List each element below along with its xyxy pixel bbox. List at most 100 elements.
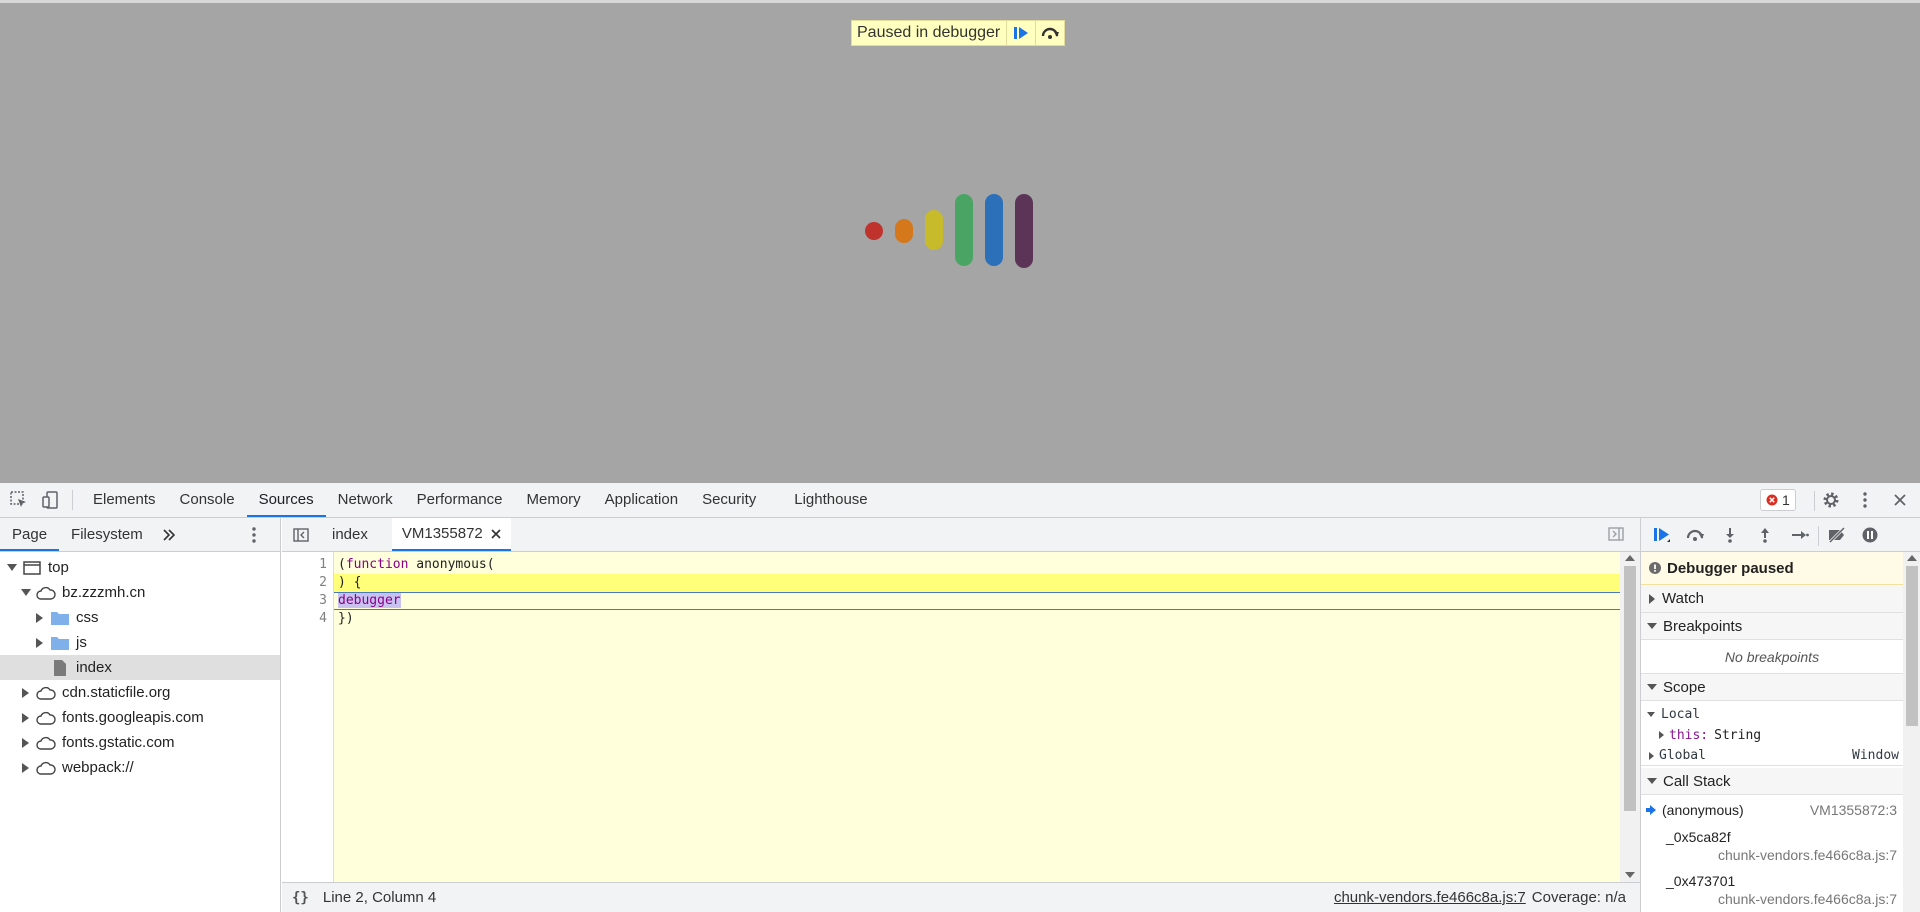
- pause-on-exceptions-button[interactable]: [1857, 523, 1883, 547]
- code-text: debugger: [338, 593, 401, 608]
- editor-tabs: index VM1355872: [282, 518, 1640, 552]
- scrollbar-thumb[interactable]: [1906, 566, 1918, 726]
- toolbar-divider: [1818, 526, 1819, 546]
- settings-button[interactable]: [1819, 488, 1843, 512]
- frame-location: chunk-vendors.fe466c8a.js:7: [1718, 891, 1897, 907]
- tab-elements[interactable]: Elements: [81, 483, 168, 517]
- step-over-icon: [1042, 27, 1060, 39]
- tab-security[interactable]: Security: [690, 483, 768, 517]
- tab-application[interactable]: Application: [593, 483, 690, 517]
- collapsed-triangle-icon: [20, 712, 32, 724]
- toggle-navigator-button[interactable]: [286, 527, 316, 542]
- code-line[interactable]: (function anonymous(: [334, 556, 1620, 574]
- scope-section-header[interactable]: Scope: [1641, 674, 1903, 701]
- navigator-menu-button[interactable]: [252, 527, 256, 547]
- step-button[interactable]: [1787, 523, 1813, 547]
- watch-section-header[interactable]: Watch: [1641, 585, 1903, 613]
- call-stack-section-header[interactable]: Call Stack: [1641, 768, 1903, 795]
- sidebar-scrollbar[interactable]: [1903, 552, 1920, 912]
- source-link[interactable]: chunk-vendors.fe466c8a.js:7: [1334, 889, 1526, 906]
- line-number-gutter[interactable]: 1 2 3 4: [282, 552, 334, 882]
- line-number[interactable]: 1: [287, 556, 327, 574]
- editor-tab-index[interactable]: index: [322, 518, 378, 551]
- tab-network[interactable]: Network: [326, 483, 405, 517]
- tree-item-label: webpack://: [62, 759, 134, 776]
- collapsed-triangle-icon: [20, 762, 32, 774]
- code-line[interactable]: }): [334, 610, 1620, 628]
- expanded-triangle-icon: [1647, 711, 1655, 717]
- close-tab-icon[interactable]: [491, 528, 501, 539]
- loader-bar: [865, 222, 883, 240]
- close-devtools-button[interactable]: [1888, 488, 1912, 512]
- expanded-triangle-icon: [1647, 623, 1657, 629]
- step-out-button[interactable]: [1752, 523, 1778, 547]
- scope-this-row[interactable]: this: String: [1641, 725, 1903, 745]
- code-line-paused[interactable]: debugger: [334, 592, 1620, 610]
- double-chevron-icon: [163, 528, 175, 541]
- frame-name: _0x473701: [1666, 873, 1736, 889]
- tab-lighthouse[interactable]: Lighthouse: [782, 483, 879, 517]
- call-frame[interactable]: _0x473701 chunk-vendors.fe466c8a.js:7: [1641, 872, 1903, 912]
- this-value: String: [1714, 727, 1762, 743]
- call-frame-current[interactable]: (anonymous) VM1355872:3: [1641, 798, 1903, 822]
- resume-button[interactable]: [1649, 523, 1675, 547]
- pretty-print-button[interactable]: {}: [292, 890, 309, 906]
- line-number[interactable]: 2: [287, 574, 327, 592]
- scroll-down-arrow[interactable]: [1625, 872, 1635, 878]
- tab-sources[interactable]: Sources: [246, 483, 326, 517]
- editor-tab-vm[interactable]: VM1355872: [391, 518, 511, 551]
- frame-name: (anonymous): [1662, 802, 1744, 818]
- tree-item[interactable]: css: [0, 605, 280, 630]
- code-line-current[interactable]: ) {: [334, 574, 1620, 592]
- scope-local[interactable]: Local: [1641, 704, 1903, 724]
- error-counter[interactable]: 1: [1760, 489, 1796, 511]
- step-over-icon: [1686, 529, 1704, 541]
- tab-filesystem[interactable]: Filesystem: [59, 518, 155, 551]
- tab-memory[interactable]: Memory: [515, 483, 593, 517]
- line-number[interactable]: 4: [287, 610, 327, 628]
- tab-performance[interactable]: Performance: [405, 483, 515, 517]
- tree-item[interactable]: top: [0, 555, 280, 580]
- call-frame[interactable]: _0x5ca82f chunk-vendors.fe466c8a.js:7: [1641, 828, 1903, 868]
- debugger-paused-message: Debugger paused: [1641, 552, 1903, 585]
- toolbar-divider: [1814, 491, 1815, 511]
- this-key: this:: [1669, 727, 1709, 743]
- tab-console[interactable]: Console: [168, 483, 247, 517]
- breakpoints-section-header[interactable]: Breakpoints: [1641, 613, 1903, 640]
- more-options-button[interactable]: [1853, 488, 1877, 512]
- tree-item[interactable]: cdn.staticfile.org: [0, 680, 280, 705]
- tree-item-label: cdn.staticfile.org: [62, 684, 171, 701]
- line-number[interactable]: 3: [287, 592, 327, 610]
- resume-button[interactable]: [1006, 21, 1035, 45]
- scrollbar-thumb[interactable]: [1624, 566, 1636, 811]
- step-into-button[interactable]: [1717, 523, 1743, 547]
- scroll-up-arrow[interactable]: [1625, 555, 1635, 561]
- code-area[interactable]: (function anonymous( ) { debugger }): [334, 552, 1620, 882]
- scope-global[interactable]: Global Window: [1641, 746, 1903, 766]
- frame-icon: [22, 559, 42, 577]
- close-icon: [1894, 494, 1906, 506]
- tree-item[interactable]: fonts.googleapis.com: [0, 705, 280, 730]
- tree-item[interactable]: bz.zzzmh.cn: [0, 580, 280, 605]
- device-toolbar-button[interactable]: [38, 487, 64, 513]
- tree-item[interactable]: js: [0, 630, 280, 655]
- inspect-element-button[interactable]: [6, 487, 32, 513]
- devtools-main-toolbar: Elements Console Sources Network Performance…: [0, 483, 1920, 518]
- tab-page[interactable]: Page: [0, 518, 60, 551]
- toggle-debugger-sidebar-button[interactable]: [1608, 527, 1624, 545]
- call-stack-label: Call Stack: [1663, 772, 1731, 790]
- no-breakpoints-text: No breakpoints: [1641, 640, 1903, 674]
- tree-item[interactable]: fonts.gstatic.com: [0, 730, 280, 755]
- step-over-button[interactable]: [1035, 21, 1064, 45]
- vertical-dots-icon: [1863, 492, 1867, 508]
- editor-scrollbar[interactable]: [1620, 552, 1640, 882]
- tree-item[interactable]: webpack://: [0, 755, 280, 780]
- devtools-panel: Elements Console Sources Network Performance…: [0, 483, 1920, 912]
- step-over-button[interactable]: [1682, 523, 1708, 547]
- code-text: ) {: [338, 575, 362, 590]
- paused-in-debugger-banner: Paused in debugger: [851, 20, 1066, 46]
- deactivate-breakpoints-button[interactable]: [1824, 523, 1850, 547]
- more-tabs-button[interactable]: [159, 528, 179, 541]
- tree-item[interactable]: index: [0, 655, 280, 680]
- scroll-up-arrow[interactable]: [1907, 555, 1917, 561]
